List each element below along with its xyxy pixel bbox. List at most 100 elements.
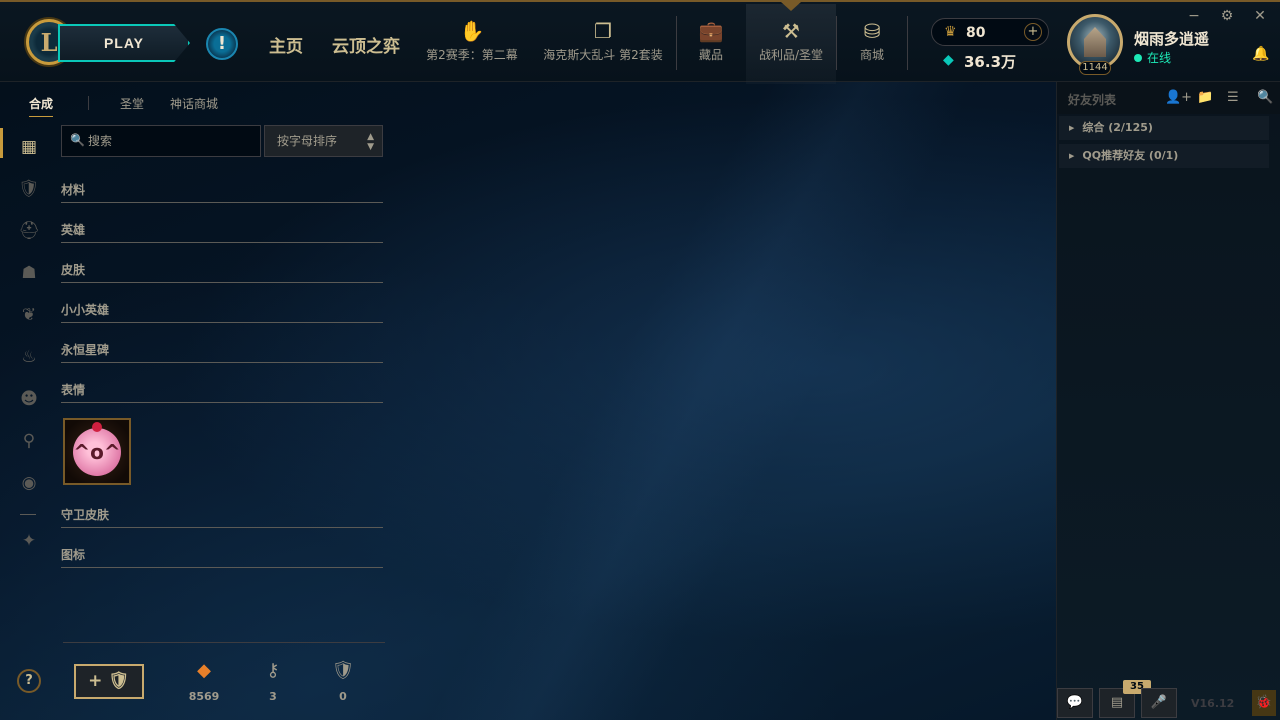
add-friend-icon[interactable]: 👤+ xyxy=(1165,90,1192,105)
sort-label: 按字母排序 xyxy=(277,134,338,148)
bug-report-icon[interactable]: 🐞 xyxy=(1252,690,1276,716)
search-input[interactable] xyxy=(88,130,256,152)
rp-value: 80 xyxy=(966,25,986,41)
friend-group-label: 综合 (2/125) xyxy=(1082,121,1153,134)
nav-divider xyxy=(907,16,908,70)
category-eternals[interactable]: 永恒星碑 xyxy=(61,341,383,363)
nav-loot[interactable]: ⚒ 战利品/圣堂 xyxy=(746,2,836,84)
help-button[interactable]: ? xyxy=(17,669,41,693)
sort-dropdown[interactable]: 按字母排序 ▲ ▼ xyxy=(264,125,383,157)
season-icon: ✋ xyxy=(459,19,485,43)
blue-essence-icon: ◆ xyxy=(943,52,954,68)
orange-essence-value: 8569 xyxy=(188,690,220,703)
tab-crafting[interactable]: 合成 xyxy=(29,95,53,117)
friends-title: 好友列表 xyxy=(1068,93,1117,107)
expand-arrow-icon: ▶ xyxy=(1069,124,1075,132)
nav-collection[interactable]: 💼 藏品 xyxy=(690,16,732,63)
play-button[interactable]: PLAY xyxy=(58,24,190,62)
minimize-icon[interactable]: − xyxy=(1186,8,1202,24)
filter-skin-mask-icon[interactable]: ☗ xyxy=(0,252,58,294)
nav-arena[interactable]: ❐ 海克斯大乱斗 第2套装 xyxy=(538,16,668,63)
filter-profile-icon[interactable]: ◉ xyxy=(0,462,58,504)
blue-essence-value: 36.3万 xyxy=(964,53,1017,71)
friend-group-label: QQ推荐好友 (0/1) xyxy=(1082,149,1179,162)
crafting-hammer-icon: ⚒ xyxy=(782,19,800,43)
key-counter: ⚷ 3 xyxy=(253,660,293,703)
friends-panel: 好友列表 👤+ 📁 ☰ 🔍 ▶ 综合 (2/125) ▶ QQ推荐好友 (0/1) xyxy=(1056,82,1280,720)
nav-arena-label: 海克斯大乱斗 第2套装 xyxy=(543,48,663,62)
key-icon: ⚷ xyxy=(266,660,280,681)
search-field[interactable]: 🔍 xyxy=(61,125,261,157)
nav-season-label: 第2赛季：第二幕 xyxy=(426,48,518,62)
username: 烟雨多逍遥 xyxy=(1134,30,1210,48)
category-emotes[interactable]: 表情 xyxy=(61,381,383,403)
friends-header: 好友列表 👤+ 📁 ☰ 🔍 xyxy=(1057,82,1280,114)
coins-icon: ⛁ xyxy=(863,19,881,43)
rp-wallet: ♛ 80 + xyxy=(931,18,1049,46)
nav-tft[interactable]: 云顶之弈 xyxy=(332,32,400,57)
filter-all-grid-icon[interactable]: ▦ xyxy=(0,126,58,168)
client-version: V16.12 xyxy=(1191,697,1235,710)
chest-value: 0 xyxy=(339,690,347,703)
chat-icon[interactable]: 💬 xyxy=(1057,688,1093,718)
nav-home[interactable]: 主页 xyxy=(269,32,303,57)
sidebar-divider xyxy=(20,514,36,515)
expand-arrow-icon: ▶ xyxy=(1069,152,1075,160)
collection-bag-icon: 💼 xyxy=(698,19,724,43)
chest-counter: 🛡 0 xyxy=(323,660,363,703)
alert-icon[interactable]: ! xyxy=(206,28,238,60)
status-dot xyxy=(1134,54,1142,62)
tab-divider xyxy=(88,96,89,110)
nav-store[interactable]: ⛁ 商城 xyxy=(850,16,894,63)
list-view-icon[interactable]: ☰ xyxy=(1227,90,1239,105)
filter-chest-icon[interactable]: 🛡 xyxy=(0,168,58,210)
nav-loot-label: 战利品/圣堂 xyxy=(758,48,824,62)
close-icon[interactable]: ✕ xyxy=(1252,8,1268,24)
loot-filter-sidebar: ▦ 🛡 ⛑ ☗ ❦ ♨ ☻ ⚲ ◉ xyxy=(0,126,58,504)
category-skins[interactable]: 皮肤 xyxy=(61,261,383,283)
filter-emote-smiley-icon[interactable]: ☻ xyxy=(0,378,58,420)
nav-season[interactable]: ✋ 第2赛季：第二幕 xyxy=(420,16,524,63)
notification-bell-icon[interactable]: 🔔 xyxy=(1252,46,1269,62)
friend-group-qq-recommended[interactable]: ▶ QQ推荐好友 (0/1) xyxy=(1059,144,1269,168)
key-value: 3 xyxy=(269,690,277,703)
nav-collection-label: 藏品 xyxy=(698,48,723,62)
status-label: 在线 xyxy=(1147,51,1172,65)
category-materials[interactable]: 材料 xyxy=(61,181,383,203)
rp-icon: ♛ xyxy=(944,24,957,40)
orange-essence-counter: ◆ 8569 xyxy=(184,660,224,703)
orange-essence-icon: ◆ xyxy=(197,660,211,681)
filter-champion-helmet-icon[interactable]: ⛑ xyxy=(0,210,58,252)
active-caret xyxy=(781,2,801,11)
filter-eternals-flame-icon[interactable]: ♨ xyxy=(0,336,58,378)
friend-group-general[interactable]: ▶ 综合 (2/125) xyxy=(1059,116,1269,140)
online-status[interactable]: 在线 xyxy=(1134,49,1171,66)
tab-sanctum[interactable]: 圣堂 xyxy=(120,95,144,112)
nav-divider xyxy=(676,16,677,70)
cupcake-emote-image: ^o^ xyxy=(73,422,121,476)
filter-ward-icon[interactable]: ⚲ xyxy=(0,420,58,462)
top-navigation-bar: L PLAY ! 主页 云顶之弈 ✋ 第2赛季：第二幕 ❐ 海克斯大乱斗 第2套… xyxy=(0,0,1280,84)
tab-mythic-shop[interactable]: 神话商城 xyxy=(170,95,218,112)
voice-mic-icon[interactable]: 🎤 xyxy=(1141,688,1177,718)
settings-gear-icon[interactable]: ⚙ xyxy=(1219,8,1235,24)
emote-loot-item[interactable]: ^o^ xyxy=(63,418,131,485)
search-friends-icon[interactable]: 🔍 xyxy=(1257,90,1273,105)
cards-icon: ❐ xyxy=(594,19,612,43)
category-little-legends[interactable]: 小小英雄 xyxy=(61,301,383,323)
category-ward-skins[interactable]: 守卫皮肤 xyxy=(61,506,383,528)
nav-store-label: 商城 xyxy=(859,48,884,62)
chest-icon: 🛡 xyxy=(331,660,355,681)
category-icons[interactable]: 图标 xyxy=(61,546,383,568)
add-chest-button[interactable]: + 🛡 xyxy=(74,664,144,699)
filter-little-legend-icon[interactable]: ❦ xyxy=(0,294,58,336)
sort-arrows-icon: ▲ ▼ xyxy=(367,132,374,152)
nav-divider xyxy=(836,16,837,70)
filter-other-icon[interactable]: ✦ xyxy=(0,520,58,562)
add-folder-icon[interactable]: 📁 xyxy=(1197,90,1213,105)
category-champions[interactable]: 英雄 xyxy=(61,221,383,243)
search-icon: 🔍 xyxy=(70,133,85,147)
level-badge: 1144 xyxy=(1079,61,1111,75)
footer-divider xyxy=(63,642,385,643)
buy-rp-button[interactable]: + xyxy=(1024,23,1042,41)
